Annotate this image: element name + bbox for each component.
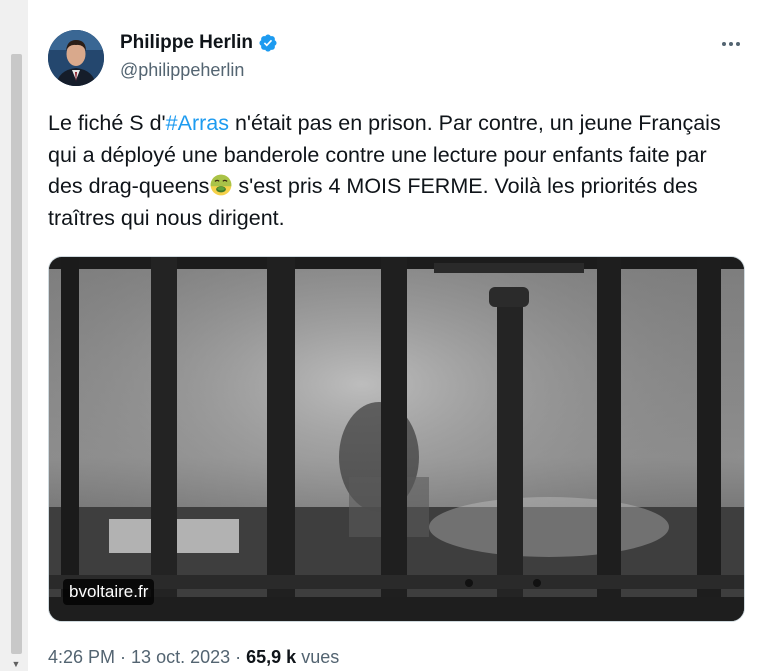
author-display-name[interactable]: Philippe Herlin (120, 32, 253, 54)
scrollbar[interactable]: ▼ (0, 0, 26, 671)
author-handle[interactable]: @philippeherlin (120, 60, 244, 81)
tweet-time[interactable]: 4:26 PM (48, 647, 115, 667)
tweet-media-image[interactable]: bvoltaire.fr (48, 256, 745, 622)
tweet-text: Le fiché S d'#Arras n'était pas en priso… (48, 108, 738, 234)
verified-badge-icon (259, 34, 277, 52)
tweet-metadata: 4:26 PM · 13 oct. 2023 · 65,9 k vues (48, 647, 339, 668)
hashtag-link[interactable]: #Arras (166, 111, 229, 135)
tweet-date[interactable]: 13 oct. 2023 (131, 647, 230, 667)
views-count: 65,9 k (246, 647, 297, 667)
tweet-card[interactable]: Philippe Herlin @philippeherlin Le fiché… (28, 0, 768, 671)
avatar[interactable] (48, 30, 104, 86)
scrollbar-thumb[interactable] (11, 54, 22, 654)
media-source-badge[interactable]: bvoltaire.fr (63, 579, 155, 605)
meta-separator: · (230, 647, 247, 667)
meta-separator: · (115, 647, 132, 667)
more-options-icon[interactable] (716, 34, 746, 54)
views-label: vues (296, 647, 340, 667)
tweet-text-part: Le fiché S d' (48, 111, 166, 135)
scroll-down-arrow-icon[interactable]: ▼ (10, 659, 22, 669)
nauseated-face-emoji-icon (210, 174, 232, 196)
